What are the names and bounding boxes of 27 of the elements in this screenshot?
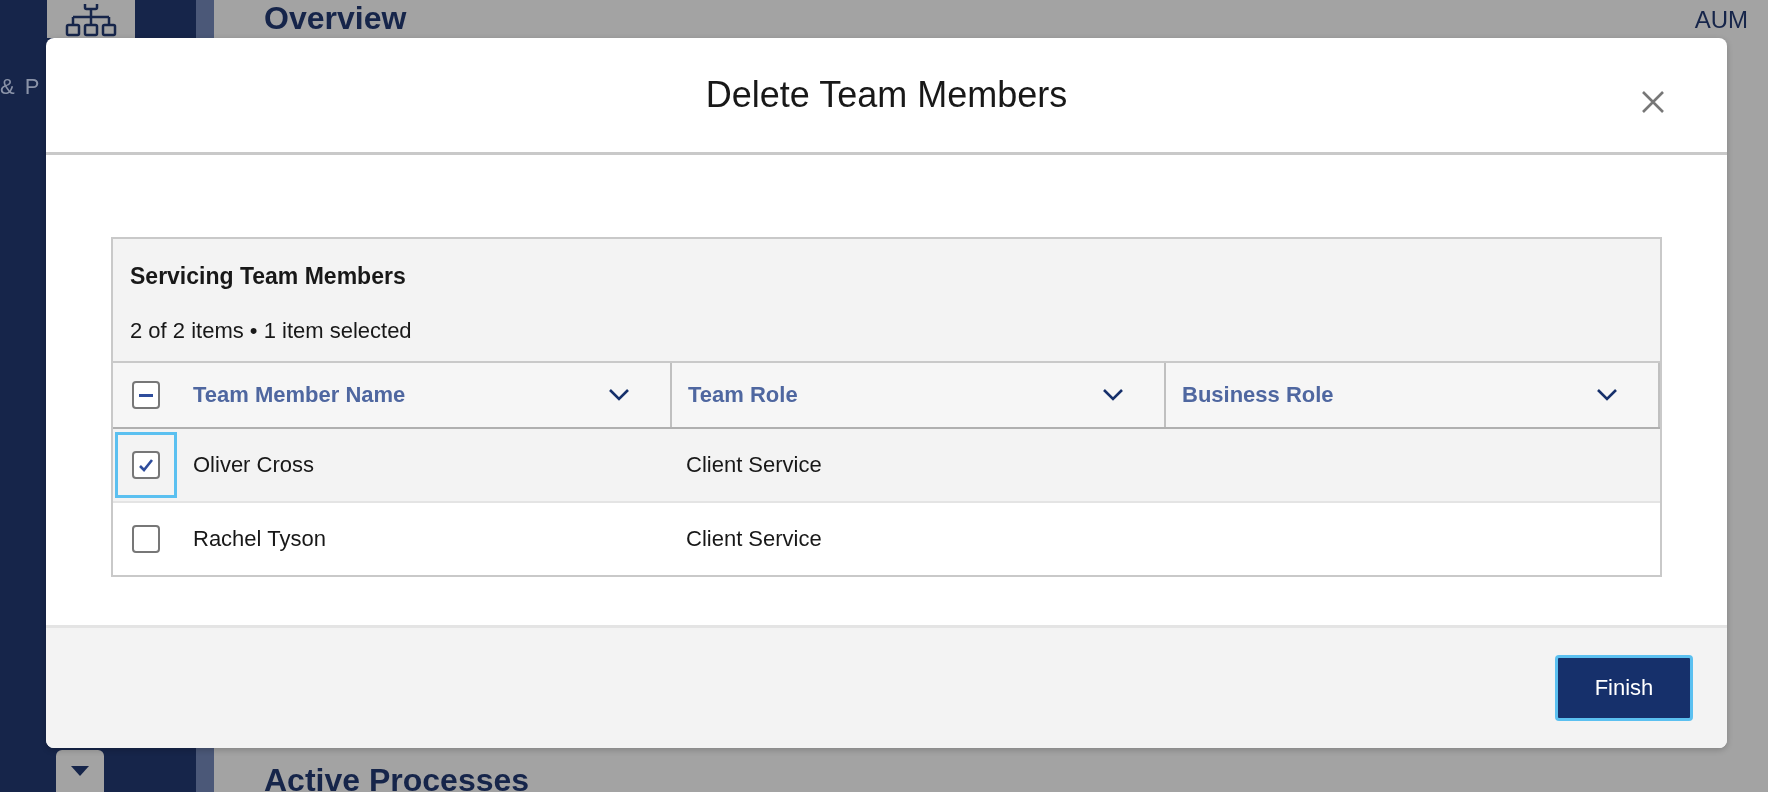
org-chart-button[interactable]	[47, 0, 135, 38]
caret-icon	[70, 765, 90, 777]
finish-button[interactable]: Finish	[1555, 655, 1693, 721]
aum-label: AUM	[1694, 6, 1748, 34]
table-cell-text: Rachel Tyson	[192, 526, 327, 552]
dropdown-button[interactable]	[56, 750, 104, 792]
select-all-checkbox[interactable]	[132, 381, 160, 409]
close-icon	[1641, 90, 1665, 114]
dialog-title: Delete Team Members	[705, 74, 1068, 116]
chevron-down-icon	[1102, 388, 1124, 402]
table-summary: 2 of 2 items • 1 item selected	[130, 318, 413, 344]
table-title: Servicing Team Members	[130, 263, 407, 290]
check-icon	[138, 458, 154, 472]
table-cell-text: Client Service	[685, 452, 823, 478]
table-cell-text: Client Service	[685, 526, 823, 552]
column-header[interactable]: Team Member Name	[179, 363, 672, 427]
column-header[interactable]: Business Role	[1166, 363, 1660, 427]
page-title: Overview	[264, 2, 407, 34]
table-cell-text: Oliver Cross	[192, 452, 315, 478]
chevron-down-icon	[1596, 388, 1618, 402]
section-title: Active Processes	[264, 764, 531, 792]
org-chart-icon	[65, 4, 117, 38]
row-checkbox[interactable]	[132, 451, 160, 479]
chevron-down-icon	[608, 388, 630, 402]
sidebar-label: & P	[0, 74, 40, 100]
row-checkbox[interactable]	[132, 525, 160, 553]
column-header[interactable]: Team Role	[672, 363, 1166, 427]
